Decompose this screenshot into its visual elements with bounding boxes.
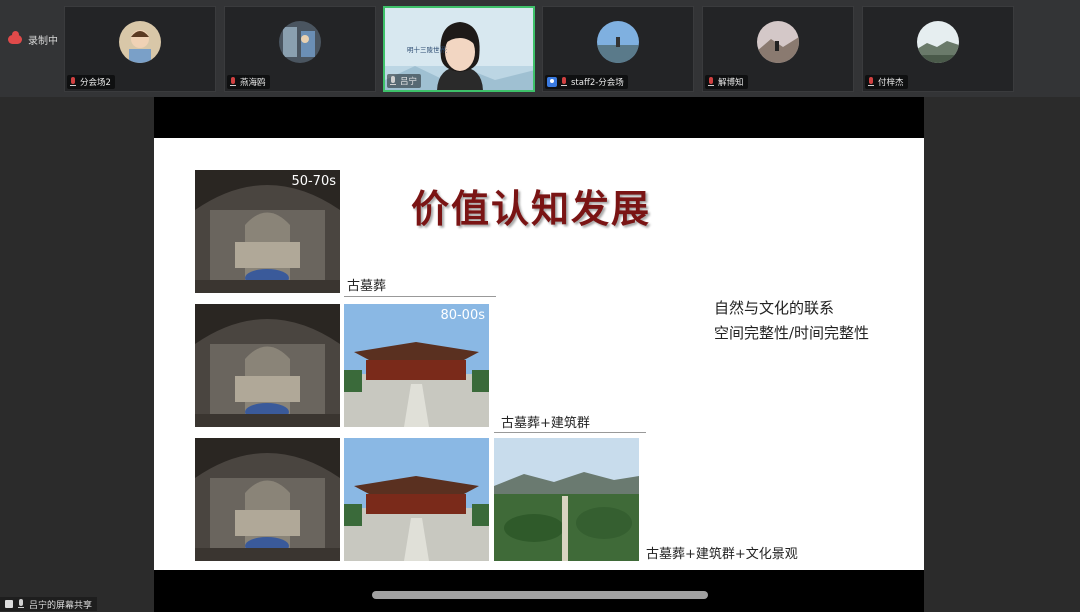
recording-indicator[interactable]: 录制中 — [8, 31, 58, 47]
screen-share-icon — [5, 600, 13, 608]
mic-muted-icon — [229, 77, 237, 87]
presentation-slide: 价值认知发展 50-70s 古墓葬 80-00s 古墓葬+建筑群 古墓葬+建筑群… — [154, 138, 924, 570]
participant-tile[interactable]: 解博知 — [702, 6, 854, 92]
participant-tile[interactable]: 燕海鸥 — [224, 6, 376, 92]
participant-tile[interactable]: 分会场2 — [64, 6, 216, 92]
participant-name: 付梓杰 — [865, 75, 908, 89]
participant-name: 燕海鸥 — [227, 75, 270, 89]
participant-name: 解博知 — [705, 75, 748, 89]
row-caption: 古墓葬+建筑群 — [501, 416, 590, 431]
era-label: 80-00s — [440, 308, 485, 323]
era-label: 50-70s — [291, 174, 336, 189]
avatar — [279, 21, 321, 63]
active-speaker-tile[interactable]: 明十三陵世界遗产的价值认知与文化利用 吕宁 — [383, 6, 535, 92]
mic-muted-icon — [867, 77, 875, 87]
mic-muted-icon — [707, 77, 715, 87]
palace-photo — [344, 438, 489, 561]
participant-tile[interactable]: 付梓杰 — [862, 6, 1014, 92]
cloud-record-icon — [8, 31, 22, 44]
note-line: 空间完整性/时间完整性 — [714, 324, 870, 342]
avatar — [119, 21, 161, 63]
tomb-photo — [195, 304, 340, 427]
mic-muted-icon — [560, 77, 568, 87]
horizontal-scrollbar[interactable] — [372, 591, 708, 599]
participant-tile[interactable]: staff2-分会场 — [542, 6, 694, 92]
host-icon — [547, 77, 557, 87]
mic-on-icon — [17, 599, 25, 609]
divider — [494, 432, 646, 433]
divider — [344, 296, 496, 297]
participant-bar: 录制中 分会场2 燕海鸥 明十三陵世界遗产的价值认知与 — [0, 0, 1080, 97]
mic-muted-icon — [69, 77, 77, 87]
mic-on-icon — [389, 76, 397, 86]
avatar — [597, 21, 639, 63]
avatar — [757, 21, 799, 63]
participant-name: staff2-分会场 — [545, 75, 628, 89]
palace-photo: 80-00s — [344, 304, 489, 427]
recording-label: 录制中 — [28, 36, 58, 47]
participant-name: 分会场2 — [67, 75, 115, 89]
participant-name: 吕宁 — [387, 74, 422, 88]
row-caption: 古墓葬+建筑群+文化景观 — [646, 547, 798, 562]
row-caption: 古墓葬 — [347, 279, 387, 294]
landscape-photo — [494, 438, 639, 561]
tomb-photo — [195, 438, 340, 561]
screen-share-indicator[interactable]: 吕宁的屏幕共享 — [0, 597, 98, 611]
avatar — [917, 21, 959, 63]
slide-title: 价值认知发展 — [411, 186, 652, 231]
tomb-photo: 50-70s — [195, 170, 340, 293]
banner-title: 明十三陵世界遗产的价值认知与文化利用 — [407, 46, 447, 54]
note-line: 自然与文化的联系 — [714, 299, 835, 317]
share-label: 吕宁的屏幕共享 — [29, 600, 93, 611]
